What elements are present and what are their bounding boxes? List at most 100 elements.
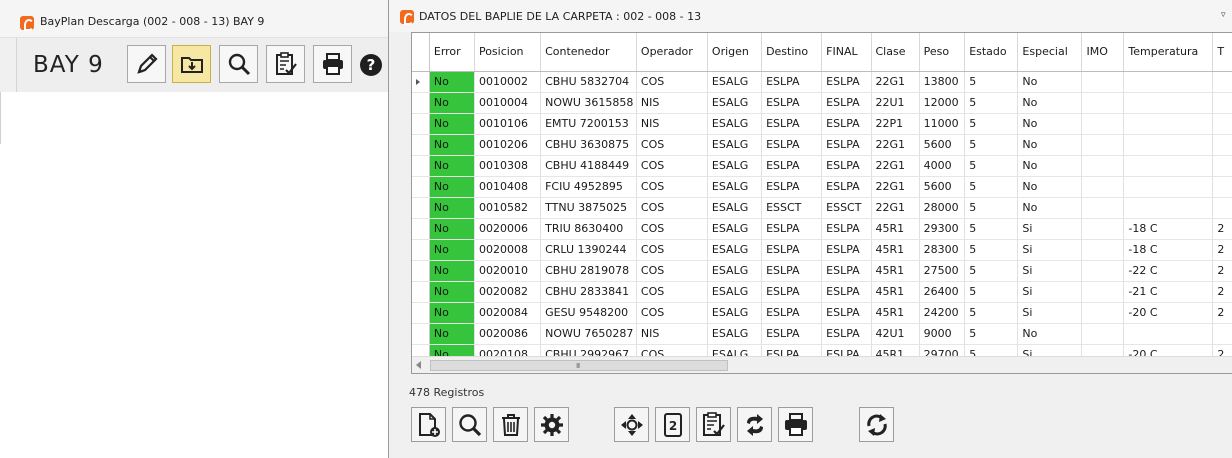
cell-posicion[interactable]: 0010308 (474, 155, 542, 177)
cell-final[interactable]: ESLPA (821, 260, 872, 282)
cell-error[interactable]: No (429, 260, 475, 282)
cell-t[interactable]: 2 (1212, 218, 1232, 240)
cell-temperatura[interactable]: -20 C (1123, 302, 1214, 324)
cell-clase[interactable]: 22G1 (871, 134, 920, 156)
swap-button[interactable] (737, 407, 772, 442)
cell-origen[interactable]: ESALG (707, 92, 763, 114)
cell-error[interactable]: No (429, 302, 475, 324)
cell-final[interactable]: ESLPA (821, 155, 872, 177)
cell-operador[interactable]: COS (636, 260, 708, 282)
row-selector[interactable] (412, 239, 430, 261)
help-button[interactable]: ? (360, 54, 382, 76)
cell-final[interactable]: ESLPA (821, 218, 872, 240)
cell-t[interactable] (1212, 92, 1232, 114)
cell-operador[interactable]: COS (636, 302, 708, 324)
refresh-button[interactable] (859, 407, 894, 442)
table-row[interactable]: No 0010004 NOWU 3615858 NIS ESALG ESLPA ESLPA 2… (412, 92, 1232, 114)
column-header[interactable]: IMO (1081, 33, 1125, 72)
cell-estado[interactable]: 5 (964, 176, 1019, 198)
cell-origen[interactable]: ESALG (707, 134, 763, 156)
cell-posicion[interactable]: 0010106 (474, 113, 542, 135)
cell-contenedor[interactable]: NOWU 3615858 (540, 92, 637, 114)
cell-clase[interactable]: 22G1 (871, 176, 920, 198)
cell-imo[interactable] (1081, 71, 1125, 93)
settings-button[interactable] (534, 407, 569, 442)
scroll-left-arrow-icon[interactable] (416, 361, 421, 369)
cell-origen[interactable]: ESALG (707, 218, 763, 240)
table-row[interactable]: No 0020082 CBHU 2833841 COS ESALG ESLPA ESLPA 4… (412, 281, 1232, 303)
column-header[interactable]: Destino (761, 33, 823, 72)
search-button[interactable] (219, 45, 258, 83)
cell-contenedor[interactable]: EMTU 7200153 (540, 113, 637, 135)
cell-peso[interactable]: 27500 (919, 260, 966, 282)
cell-destino[interactable]: ESLPA (761, 281, 823, 303)
cell-imo[interactable] (1081, 197, 1125, 219)
cell-error[interactable]: No (429, 176, 475, 198)
cell-final[interactable]: ESLPA (821, 323, 872, 345)
print-button[interactable] (778, 407, 813, 442)
cell-operador[interactable]: COS (636, 281, 708, 303)
cell-contenedor[interactable]: CBHU 3630875 (540, 134, 637, 156)
cell-posicion[interactable]: 0020084 (474, 302, 542, 324)
table-row[interactable]: No 0010002 CBHU 5832704 COS ESALG ESLPA ESLPA 2… (412, 71, 1232, 93)
cell-temperatura[interactable]: -21 C (1123, 281, 1214, 303)
cell-origen[interactable]: ESALG (707, 323, 763, 345)
checklist-button[interactable] (266, 45, 305, 83)
cell-origen[interactable]: ESALG (707, 281, 763, 303)
cell-operador[interactable]: NIS (636, 323, 708, 345)
cell-error[interactable]: No (429, 281, 475, 303)
cell-temperatura[interactable] (1123, 92, 1214, 114)
cell-error[interactable]: No (429, 197, 475, 219)
row-selector[interactable] (412, 218, 430, 240)
table-row[interactable]: No 0010408 FCIU 4952895 COS ESALG ESLPA ESLPA 2… (412, 176, 1232, 198)
column-header[interactable]: Origen (707, 33, 763, 72)
cell-temperatura[interactable] (1123, 113, 1214, 135)
cell-especial[interactable]: Si (1017, 281, 1083, 303)
cell-estado[interactable]: 5 (964, 71, 1019, 93)
cell-contenedor[interactable]: NOWU 7650287 (540, 323, 637, 345)
cell-destino[interactable]: ESLPA (761, 260, 823, 282)
cell-especial[interactable]: No (1017, 71, 1083, 93)
cell-peso[interactable]: 28300 (919, 239, 966, 261)
row-selector[interactable] (412, 176, 430, 198)
cell-peso[interactable]: 5600 (919, 134, 966, 156)
cell-destino[interactable]: ESLPA (761, 239, 823, 261)
cell-error[interactable]: No (429, 155, 475, 177)
cell-especial[interactable]: No (1017, 323, 1083, 345)
cell-origen[interactable]: ESALG (707, 113, 763, 135)
horizontal-scroll-thumb[interactable]: III (430, 360, 728, 371)
table-row[interactable]: No 0020010 CBHU 2819078 COS ESALG ESLPA ESLPA 4… (412, 260, 1232, 282)
cell-operador[interactable]: NIS (636, 92, 708, 114)
cell-error[interactable]: No (429, 134, 475, 156)
cell-estado[interactable]: 5 (964, 218, 1019, 240)
cell-imo[interactable] (1081, 134, 1125, 156)
cell-contenedor[interactable]: CBHU 5832704 (540, 71, 637, 93)
column-header[interactable]: Peso (919, 33, 966, 72)
cell-imo[interactable] (1081, 239, 1125, 261)
search-records-button[interactable] (452, 407, 487, 442)
cell-contenedor[interactable]: GESU 9548200 (540, 302, 637, 324)
cell-final[interactable]: ESLPA (821, 134, 872, 156)
cell-error[interactable]: No (429, 92, 475, 114)
cell-especial[interactable]: No (1017, 134, 1083, 156)
cell-contenedor[interactable]: CBHU 4188449 (540, 155, 637, 177)
baplie-data-grid[interactable]: Error Posicion Contenedor Operador Origen Des… (411, 32, 1232, 374)
row-selector[interactable] (412, 134, 430, 156)
cell-temperatura[interactable] (1123, 71, 1214, 93)
cell-contenedor[interactable]: FCIU 4952895 (540, 176, 637, 198)
row-selector[interactable] (412, 281, 430, 303)
new-record-button[interactable] (411, 407, 446, 442)
cell-t[interactable] (1212, 113, 1232, 135)
table-row[interactable]: No 0010582 TTNU 3875025 COS ESALG ESSCT ESSCT 2… (412, 197, 1232, 219)
cell-peso[interactable]: 9000 (919, 323, 966, 345)
row-selector[interactable] (412, 155, 430, 177)
cell-peso[interactable]: 26400 (919, 281, 966, 303)
cell-destino[interactable]: ESLPA (761, 302, 823, 324)
cell-estado[interactable]: 5 (964, 323, 1019, 345)
cell-t[interactable]: 2 (1212, 281, 1232, 303)
cell-destino[interactable]: ESLPA (761, 176, 823, 198)
cell-contenedor[interactable]: TRIU 8630400 (540, 218, 637, 240)
cell-peso[interactable]: 4000 (919, 155, 966, 177)
cell-contenedor[interactable]: TTNU 3875025 (540, 197, 637, 219)
row-selector[interactable] (412, 113, 430, 135)
